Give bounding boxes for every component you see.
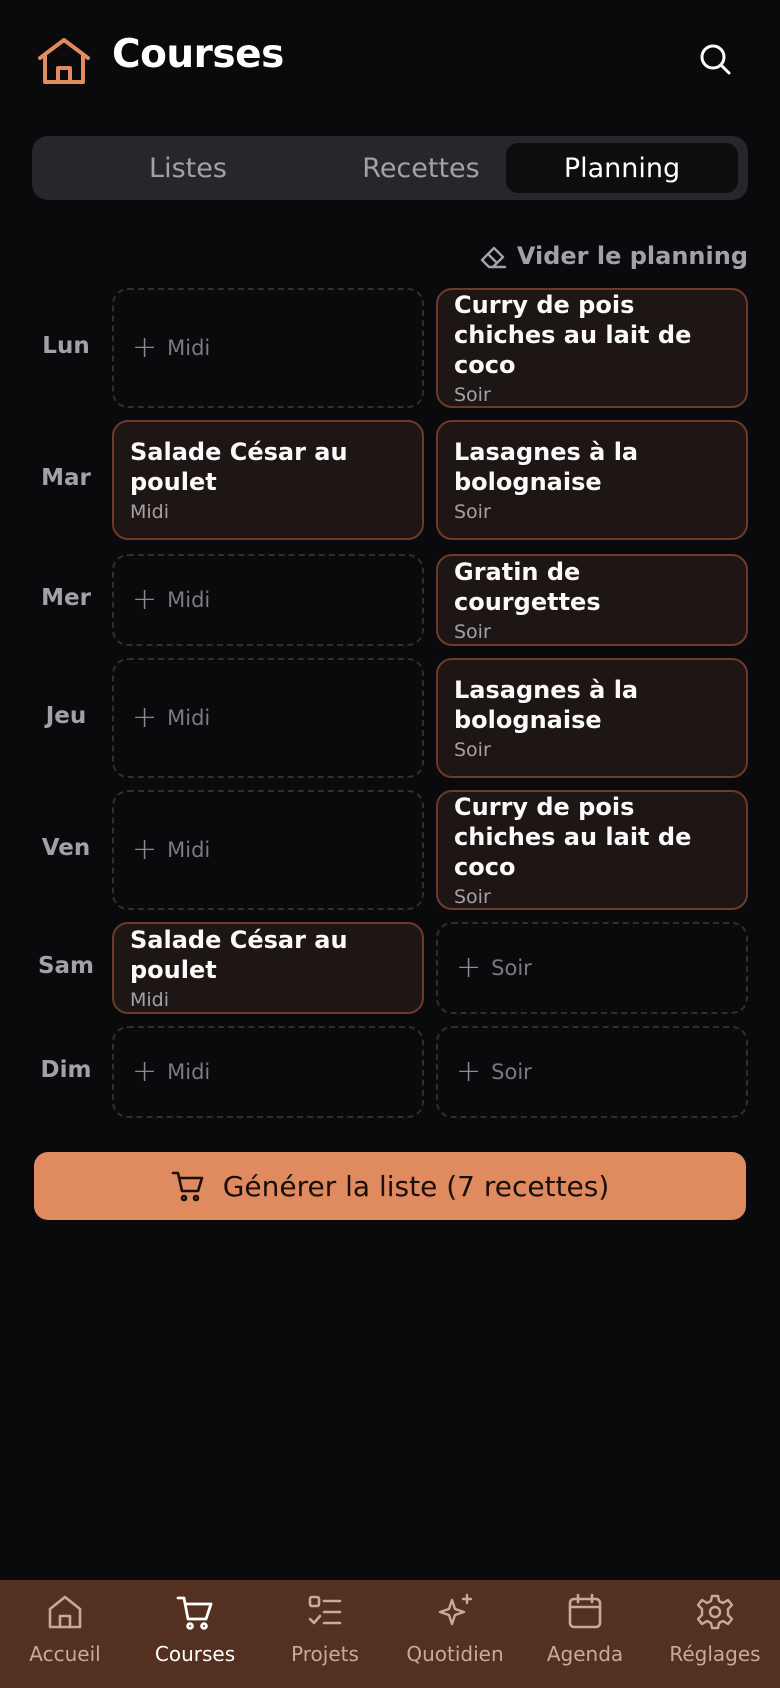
meal-label: Soir bbox=[454, 886, 491, 908]
plus-icon: + bbox=[132, 700, 158, 735]
search-icon[interactable] bbox=[696, 40, 736, 80]
meal-card-midi-sam[interactable]: Salade César au poulet Midi bbox=[112, 922, 424, 1014]
plus-icon: + bbox=[132, 832, 158, 867]
clear-planning-button[interactable]: Vider le planning bbox=[479, 236, 748, 276]
day-label-ven: Ven bbox=[41, 835, 91, 861]
clear-planning-label: Vider le planning bbox=[516, 242, 748, 270]
plus-icon: + bbox=[132, 582, 158, 617]
house-icon bbox=[38, 38, 90, 84]
recipe-name: Salade César au poulet bbox=[130, 926, 348, 984]
meal-card-soir-ven[interactable]: Curry de pois chiches au lait de coco So… bbox=[436, 790, 748, 910]
meal-card-midi-mar[interactable]: Salade César au poulet Midi bbox=[112, 420, 424, 540]
gear-icon bbox=[696, 1594, 734, 1630]
nav-item-courses[interactable]: Courses bbox=[130, 1592, 260, 1684]
nav-item-reglages[interactable]: Réglages bbox=[650, 1592, 780, 1684]
view-tabs: Listes Recettes Planning bbox=[32, 136, 748, 200]
meal-card-soir-mar[interactable]: Lasagnes à la bolognaise Soir bbox=[436, 420, 748, 540]
recipe-name: Gratin de courgettes bbox=[454, 558, 601, 616]
meal-label: Soir bbox=[454, 739, 491, 761]
meal-card-soir-lun[interactable]: Curry de pois chiches au lait de coco So… bbox=[436, 288, 748, 408]
tab-recettes[interactable]: Recettes bbox=[305, 143, 537, 193]
meal-card-soir-jeu[interactable]: Lasagnes à la bolognaise Soir bbox=[436, 658, 748, 778]
cart-icon bbox=[171, 1171, 203, 1202]
day-label-sam: Sam bbox=[37, 953, 95, 979]
page-title: Courses bbox=[112, 32, 284, 77]
house-icon bbox=[48, 1595, 82, 1629]
checklist-icon bbox=[308, 1595, 342, 1625]
day-label-jeu: Jeu bbox=[45, 703, 87, 729]
day-label-mer: Mer bbox=[41, 585, 91, 611]
plus-icon: + bbox=[456, 950, 482, 985]
day-label-dim: Dim bbox=[40, 1057, 92, 1083]
recipe-name: Lasagnes à la bolognaise bbox=[454, 676, 639, 734]
day-label-lun: Lun bbox=[42, 333, 90, 359]
recipe-name: Curry de pois chiches au lait de coco bbox=[454, 793, 692, 881]
meal-label: Midi bbox=[130, 501, 170, 523]
meal-label: Soir bbox=[454, 384, 491, 406]
recipe-name: Curry de pois chiches au lait de coco bbox=[454, 291, 692, 379]
plus-icon: + bbox=[456, 1054, 482, 1089]
sparkles-icon bbox=[438, 1593, 473, 1626]
calendar-icon bbox=[568, 1593, 602, 1629]
bottom-nav: Accueil Courses Projets Quotidien Agenda… bbox=[0, 1580, 780, 1688]
generate-list-label: Générer la liste (7 recettes) bbox=[222, 1169, 610, 1203]
tab-planning[interactable]: Planning bbox=[506, 143, 738, 193]
plus-icon: + bbox=[132, 330, 158, 365]
nav-item-accueil[interactable]: Accueil bbox=[0, 1592, 130, 1684]
recipe-name: Lasagnes à la bolognaise bbox=[454, 438, 639, 496]
nav-item-projets[interactable]: Projets bbox=[260, 1592, 390, 1684]
add-midi-slot-lun[interactable]: + Midi bbox=[112, 288, 424, 408]
cart-icon bbox=[176, 1596, 213, 1630]
meal-label: Soir bbox=[454, 501, 491, 523]
add-midi-slot-jeu[interactable]: + Midi bbox=[112, 658, 424, 778]
recipe-name: Salade César au poulet bbox=[130, 438, 348, 496]
meal-card-soir-mer[interactable]: Gratin de courgettes Soir bbox=[436, 554, 748, 646]
add-soir-slot-dim[interactable]: + Soir bbox=[436, 1026, 748, 1118]
add-midi-slot-dim[interactable]: + Midi bbox=[112, 1026, 424, 1118]
nav-item-agenda[interactable]: Agenda bbox=[520, 1592, 650, 1684]
add-soir-slot-sam[interactable]: + Soir bbox=[436, 922, 748, 1014]
generate-list-button[interactable]: Générer la liste (7 recettes) bbox=[34, 1152, 746, 1220]
nav-item-quotidien[interactable]: Quotidien bbox=[390, 1592, 520, 1684]
day-label-mar: Mar bbox=[41, 465, 91, 491]
plus-icon: + bbox=[132, 1054, 158, 1089]
eraser-icon bbox=[480, 246, 507, 269]
add-midi-slot-ven[interactable]: + Midi bbox=[112, 790, 424, 910]
meal-label: Soir bbox=[454, 621, 491, 643]
tab-listes[interactable]: Listes bbox=[72, 143, 304, 193]
add-midi-slot-mer[interactable]: + Midi bbox=[112, 554, 424, 646]
meal-label: Midi bbox=[130, 989, 170, 1011]
app-header: Courses bbox=[0, 0, 780, 120]
